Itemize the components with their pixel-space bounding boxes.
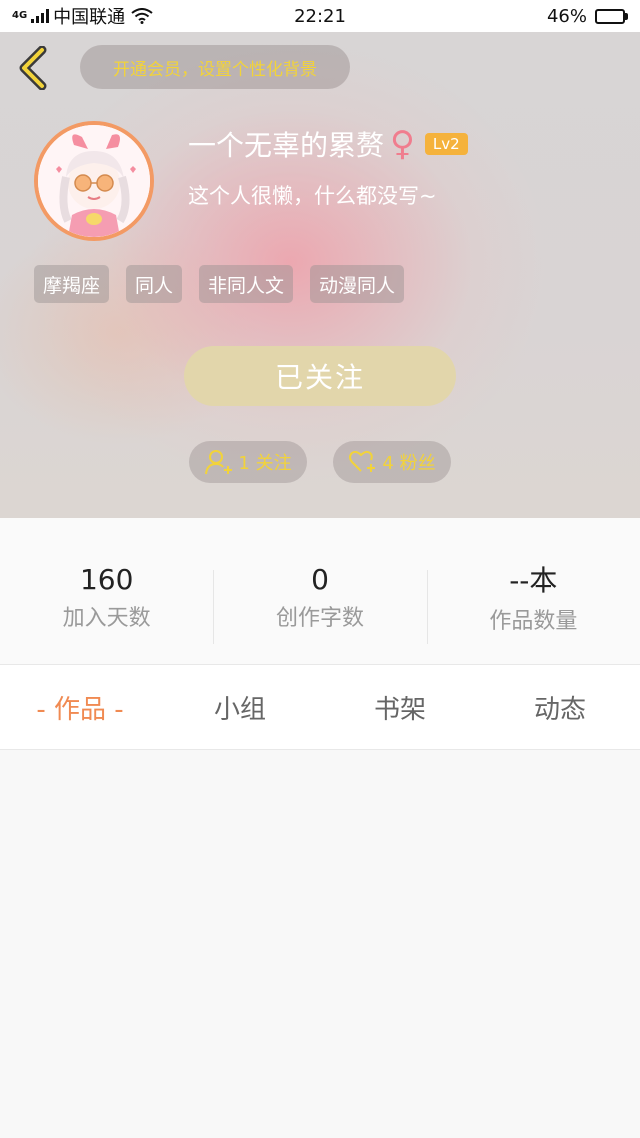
username-row: 一个无辜的累赘 ♀ Lv2 (188, 124, 468, 164)
wifi-icon (131, 8, 153, 24)
female-icon: ♀ (390, 124, 415, 164)
stat-word-count: 0 创作字数 (213, 518, 426, 664)
battery-percent: 46% (546, 5, 587, 27)
tag-item[interactable]: 摩羯座 (34, 265, 110, 303)
tab-bookshelf[interactable]: 书架 (320, 665, 480, 749)
fans-count: 4 粉丝 (382, 453, 436, 474)
tag-list: 摩羯座 同人 非同人文 动漫同人 (34, 265, 405, 303)
tab-activity[interactable]: 动态 (480, 665, 640, 749)
profile-header: 开通会员，设置个性化背景 一个无辜的累赘 ♀ Lv2 这个人很懒，什么都没写~ … (0, 32, 640, 518)
stat-value: --本 (509, 564, 558, 597)
carrier-name: 中国联通 (53, 7, 126, 28)
tag-item[interactable]: 同人 (126, 265, 183, 303)
stat-value: 160 (79, 562, 134, 596)
tag-item[interactable]: 非同人文 (199, 265, 294, 303)
tab-content-area (0, 750, 640, 1138)
following-count: 1 关注 (238, 453, 292, 474)
stat-value: 0 (311, 562, 329, 596)
stat-label: 加入天数 (62, 605, 151, 631)
network-type: 4G (12, 10, 28, 21)
stat-label: 创作字数 (275, 605, 364, 631)
heart-add-icon (349, 450, 376, 472)
battery-icon (595, 8, 628, 24)
status-left: 4G 中国联通 (12, 3, 153, 29)
vip-promo-button[interactable]: 开通会员，设置个性化背景 (80, 45, 350, 89)
avatar[interactable] (34, 121, 154, 241)
stat-works-count: --本 作品数量 (426, 518, 640, 664)
bio-text: 这个人很懒，什么都没写~ (188, 184, 437, 208)
signal-icon (31, 9, 50, 23)
back-arrow-icon[interactable] (14, 46, 54, 90)
tag-item[interactable]: 动漫同人 (310, 265, 405, 303)
avatar-image (38, 125, 150, 237)
user-add-icon (205, 450, 233, 475)
stat-join-days: 160 加入天数 (0, 518, 213, 664)
tab-bar: - 作品 - 小组 书架 动态 (0, 664, 640, 750)
status-bar: 4G 中国联通 22:21 46% (0, 0, 640, 32)
username: 一个无辜的累赘 (188, 129, 385, 162)
stats-row: 160 加入天数 0 创作字数 --本 作品数量 (0, 518, 640, 664)
tab-groups[interactable]: 小组 (160, 665, 320, 749)
followed-button[interactable]: 已关注 (184, 346, 456, 406)
status-right: 46% (547, 6, 628, 27)
tab-works[interactable]: - 作品 - (0, 665, 160, 749)
level-badge: Lv2 (424, 133, 468, 155)
following-button[interactable]: 1 关注 (189, 441, 307, 483)
fans-button[interactable]: 4 粉丝 (333, 441, 451, 483)
stat-label: 作品数量 (489, 609, 578, 634)
